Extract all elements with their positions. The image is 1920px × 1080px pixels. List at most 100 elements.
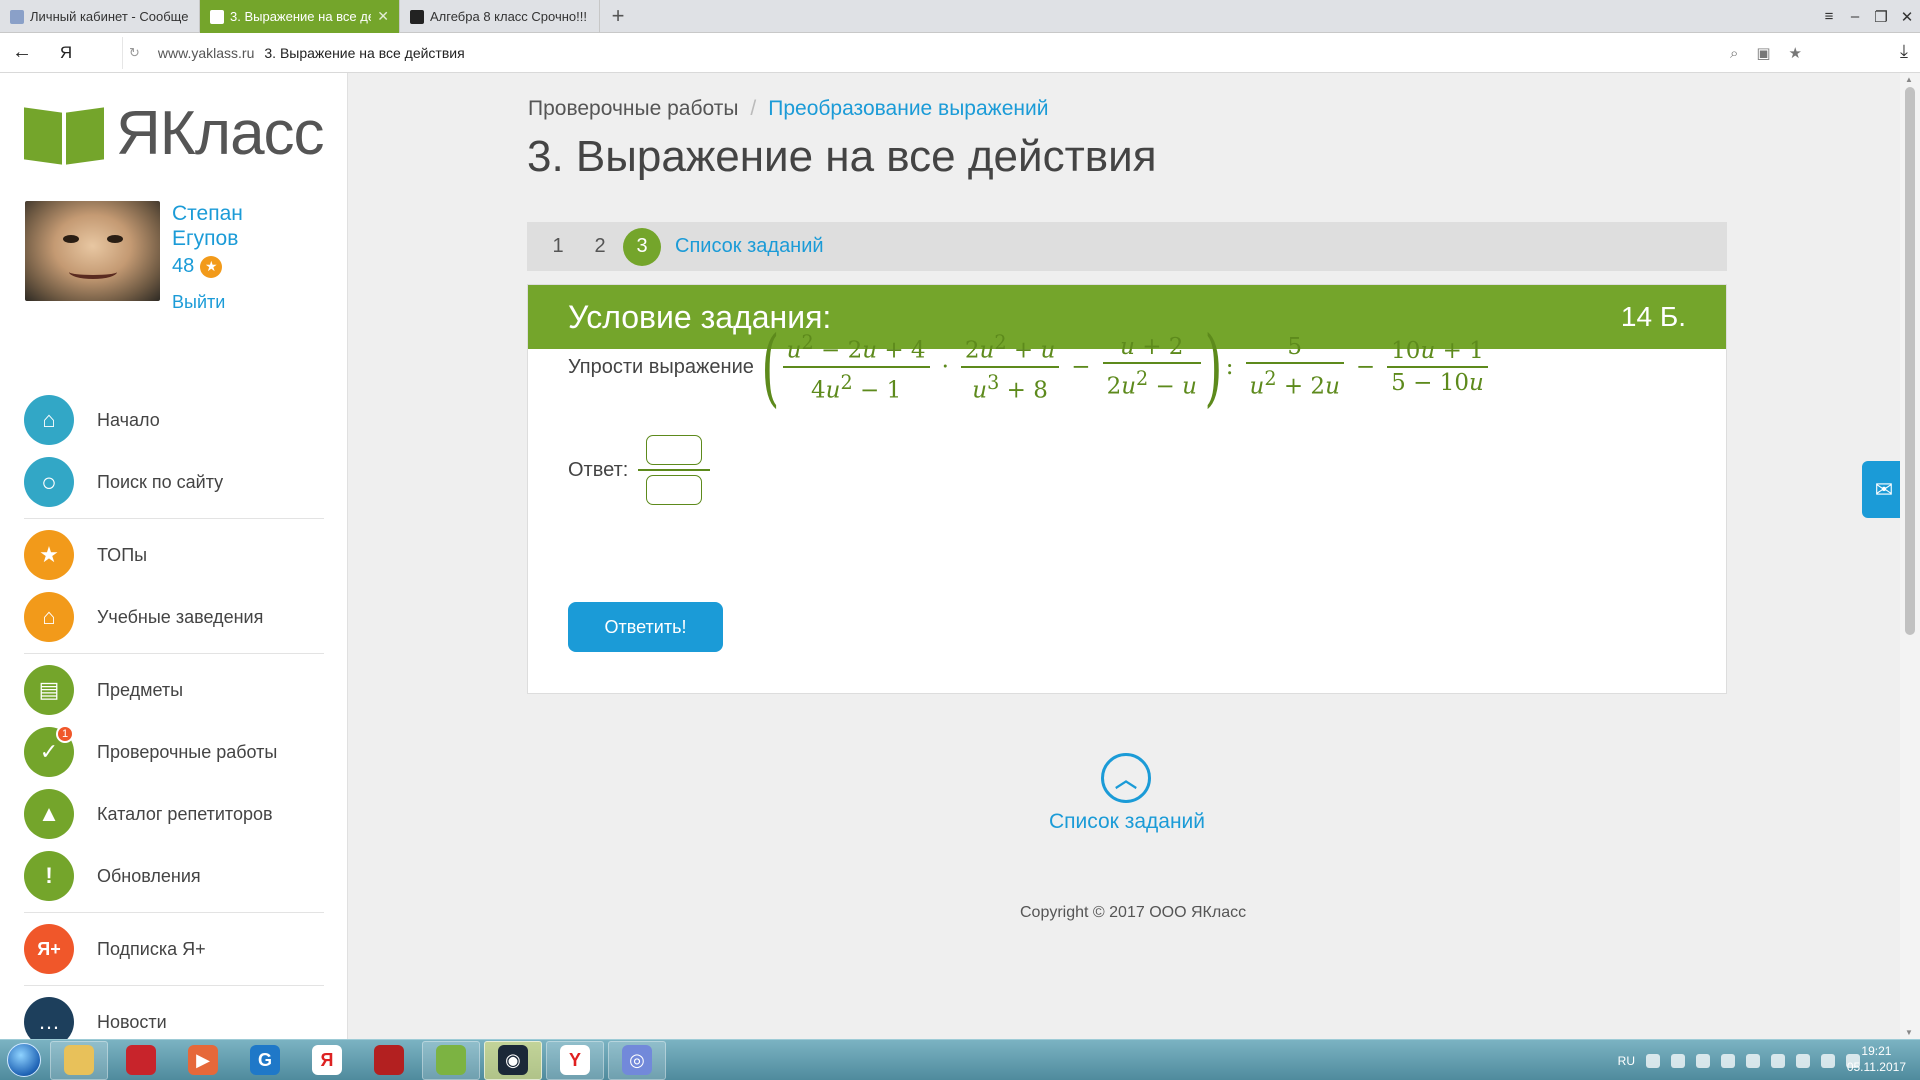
protect-icon[interactable]: ▣ bbox=[1756, 44, 1770, 62]
tray-arrow-icon[interactable] bbox=[1671, 1053, 1685, 1068]
window-controls: ≡ – ❐ ✕ bbox=[1816, 0, 1920, 33]
user-name[interactable]: Степан Егупов bbox=[172, 201, 292, 251]
sidebar-item-tops[interactable]: ★ ТОПы bbox=[24, 524, 324, 586]
menu-icon[interactable]: ≡ bbox=[1816, 0, 1842, 33]
clock[interactable]: 19:21 05.11.2017 bbox=[1847, 1043, 1906, 1075]
graduation-cap-icon: ▲ bbox=[24, 789, 74, 839]
back-button[interactable]: ← bbox=[0, 33, 44, 73]
logout-link[interactable]: Выйти bbox=[172, 292, 292, 313]
address-bar: ← Я ↻ www.yaklass.ru 3. Выражение на все… bbox=[0, 33, 1920, 73]
sidebar-item-label: Предметы bbox=[97, 679, 184, 700]
sidebar-item-search[interactable]: ○ Поиск по сайту bbox=[24, 451, 324, 513]
bluestacks-icon bbox=[436, 1045, 466, 1075]
search-page-icon[interactable]: ⌕ bbox=[1730, 45, 1738, 62]
task-list-link[interactable]: Список заданий bbox=[675, 235, 824, 258]
clock-date: 05.11.2017 bbox=[1846, 1060, 1906, 1074]
url-field[interactable]: ↻ www.yaklass.ru 3. Выражение на все дей… bbox=[122, 37, 1806, 69]
yandex-browser-icon: Я bbox=[312, 1045, 342, 1075]
bookmark-star-icon[interactable]: ★ bbox=[1789, 44, 1802, 62]
menu-divider bbox=[24, 653, 324, 654]
book-icon: ▤ bbox=[24, 665, 74, 715]
sidebar-item-subscription[interactable]: Я+ Подписка Я+ bbox=[24, 918, 324, 980]
app-red-icon bbox=[126, 1045, 156, 1075]
answer-denominator-input[interactable] bbox=[646, 475, 703, 505]
breadcrumb-topic[interactable]: Преобразование выражений bbox=[768, 97, 1048, 120]
ya-plus-icon: Я+ bbox=[24, 924, 74, 974]
app-dark-red-icon bbox=[374, 1045, 404, 1075]
sidebar-item-label: Каталог репетиторов bbox=[97, 803, 273, 824]
back-to-task-list-link[interactable]: Список заданий bbox=[1049, 810, 1205, 834]
system-tray: RU bbox=[1618, 1040, 1860, 1080]
taskbar-yandex[interactable]: Y bbox=[546, 1040, 604, 1080]
volume-icon[interactable] bbox=[1796, 1053, 1810, 1068]
submit-answer-button[interactable]: Ответить! bbox=[568, 602, 723, 652]
player-icon: ▶ bbox=[188, 1045, 218, 1075]
os-taskbar: ▶ G Я ◉ Y ◎ RU 19:21 05.11.2017 bbox=[0, 1039, 1920, 1080]
taskbar-explorer[interactable] bbox=[50, 1040, 108, 1080]
user-score: 48 ★ bbox=[172, 255, 292, 278]
answer-numerator-input[interactable] bbox=[646, 435, 703, 465]
taskbar-app-dark-red[interactable] bbox=[360, 1041, 418, 1080]
help-icon[interactable] bbox=[1646, 1053, 1660, 1068]
sidebar-item-tests[interactable]: ✓ 1 Проверочные работы bbox=[24, 721, 324, 783]
taskbar-steam[interactable]: ◉ bbox=[484, 1040, 542, 1080]
sidebar-item-updates[interactable]: ! Обновления bbox=[24, 845, 324, 907]
steam-tray-icon[interactable] bbox=[1821, 1053, 1835, 1068]
start-button[interactable] bbox=[0, 1040, 48, 1080]
new-tab-button[interactable]: + bbox=[600, 0, 636, 32]
task-steps: 1 2 3 Список заданий bbox=[527, 222, 1727, 271]
sidebar-item-news[interactable]: … Новости bbox=[24, 991, 324, 1039]
yaklass-logo[interactable]: ЯКласс bbox=[24, 103, 325, 165]
taskbar-media-player[interactable]: ▶ bbox=[174, 1041, 232, 1080]
sidebar-item-label: Начало bbox=[97, 409, 160, 430]
tab-label: Личный кабинет - Сообще bbox=[30, 9, 189, 24]
tab-label: 3. Выражение на все дей bbox=[230, 9, 372, 24]
taskbar-discord[interactable]: ◎ bbox=[608, 1040, 666, 1080]
exclamation-icon: ! bbox=[24, 851, 74, 901]
sidebar-item-label: ТОПы bbox=[97, 544, 148, 565]
close-window-icon[interactable]: ✕ bbox=[1894, 0, 1920, 33]
sidebar-item-tutors[interactable]: ▲ Каталог репетиторов bbox=[24, 783, 324, 845]
language-indicator[interactable]: RU bbox=[1618, 1054, 1635, 1068]
avatar[interactable] bbox=[25, 201, 160, 301]
breadcrumb-tests[interactable]: Проверочные работы bbox=[528, 97, 738, 120]
scroll-up-icon[interactable]: ︿ bbox=[1101, 753, 1151, 803]
app-blue-icon: G bbox=[250, 1045, 280, 1075]
sidebar-item-subjects[interactable]: ▤ Предметы bbox=[24, 659, 324, 721]
taskbar-yandex-browser[interactable]: Я bbox=[298, 1041, 356, 1080]
sidebar-item-institutions[interactable]: ⌂ Учебные заведения bbox=[24, 586, 324, 648]
check-icon: ✓ 1 bbox=[24, 725, 74, 777]
answers-favicon-icon bbox=[410, 9, 424, 24]
task-prompt: Упрости выражение bbox=[568, 355, 754, 378]
taskbar-bluestacks[interactable] bbox=[422, 1040, 480, 1080]
score-value: 48 bbox=[172, 255, 195, 277]
discord-tray-icon[interactable] bbox=[1746, 1053, 1760, 1068]
scrollbar-thumb[interactable] bbox=[1905, 87, 1915, 635]
step-2[interactable]: 2 bbox=[581, 228, 619, 266]
yandex-button[interactable]: Я bbox=[44, 33, 88, 73]
step-3-current[interactable]: 3 bbox=[623, 227, 661, 266]
answer-area: Ответ: bbox=[568, 435, 711, 505]
steam-icon: ◉ bbox=[498, 1045, 528, 1075]
sidebar-item-home[interactable]: ⌂ Начало bbox=[24, 389, 324, 451]
tray-app-icon[interactable] bbox=[1696, 1053, 1710, 1068]
sidebar-item-label: Обновления bbox=[97, 865, 201, 886]
reload-icon[interactable]: ↻ bbox=[129, 45, 140, 61]
taskbar-app-blue[interactable]: G bbox=[236, 1041, 294, 1080]
flag-icon[interactable] bbox=[1771, 1053, 1785, 1068]
taskbar-app-red[interactable] bbox=[112, 1041, 170, 1080]
tab-algebra-question[interactable]: Алгебра 8 класс Срочно!!! bbox=[400, 0, 600, 33]
page-scrollbar[interactable]: ▲ ▼ bbox=[1900, 73, 1920, 1039]
download-icon[interactable]: ⤓ bbox=[1900, 41, 1908, 62]
copyright: Copyright © 2017 ООО ЯКласс bbox=[1020, 904, 1247, 921]
step-1[interactable]: 1 bbox=[539, 228, 577, 266]
close-tab-icon[interactable]: ✕ bbox=[377, 8, 389, 25]
minimize-icon[interactable]: – bbox=[1842, 0, 1868, 33]
task-points: 14 Б. bbox=[1620, 301, 1686, 332]
restore-icon[interactable]: ❐ bbox=[1868, 0, 1894, 33]
breadcrumb-separator: / bbox=[750, 97, 757, 120]
bluestacks-tray-icon[interactable] bbox=[1721, 1053, 1735, 1068]
tab-personal-cabinet[interactable]: Личный кабинет - Сообще bbox=[0, 0, 200, 33]
tab-current-task[interactable]: 3. Выражение на все дей ✕ bbox=[200, 0, 400, 33]
user-profile: Степан Егупов 48 ★ Выйти bbox=[25, 201, 292, 313]
